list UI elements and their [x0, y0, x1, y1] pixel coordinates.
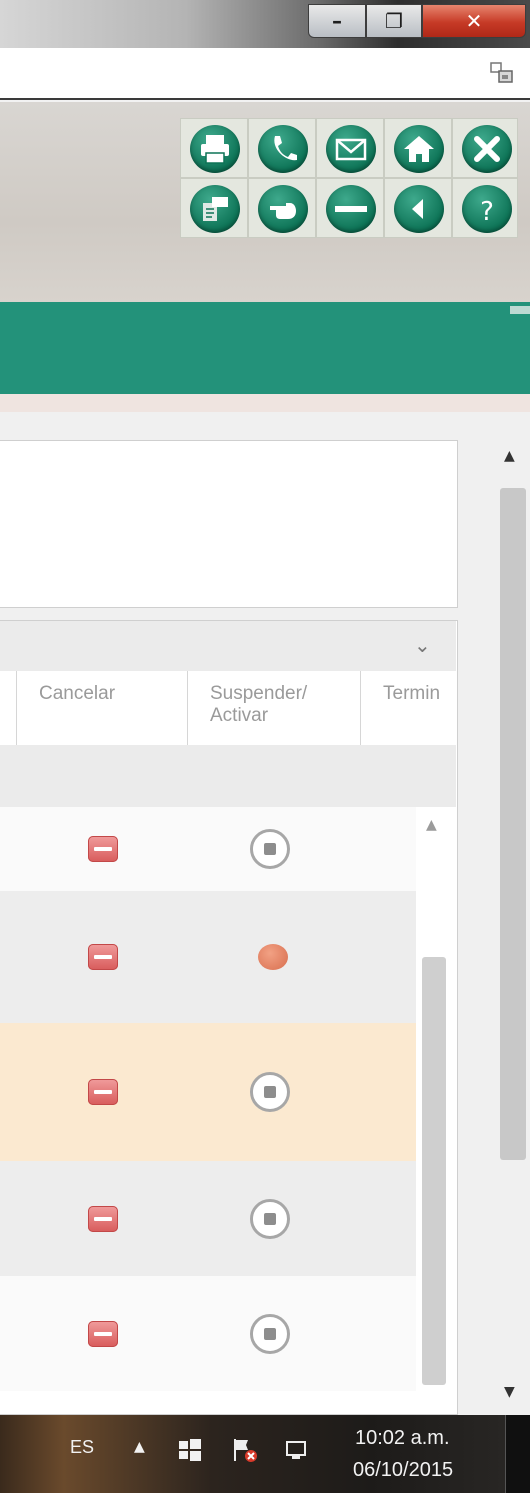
- close-x-icon: [474, 136, 500, 162]
- close-window-button[interactable]: ✕: [422, 4, 526, 38]
- exchange-icon: [203, 197, 228, 221]
- compatibility-view-icon[interactable]: [490, 62, 514, 84]
- restore-icon: ❐: [385, 9, 403, 33]
- network-icon[interactable]: [284, 1439, 310, 1461]
- close-icon: ✕: [465, 9, 483, 33]
- show-desktop-button[interactable]: [505, 1415, 530, 1493]
- scroll-up-icon[interactable]: ▲: [426, 817, 437, 833]
- show-hidden-icons-icon[interactable]: ▲: [134, 1439, 145, 1455]
- filter-panel: [0, 440, 458, 608]
- table-row[interactable]: [0, 807, 416, 891]
- home-icon: [404, 136, 434, 162]
- mail-icon: [335, 138, 367, 161]
- status-inactive-icon[interactable]: [250, 1198, 290, 1239]
- windows-taskbar: ES ▲ 10:02 a.m. 06/10/2015: [0, 1415, 530, 1493]
- window-title-bar: – ❐ ✕: [0, 0, 530, 48]
- help-button[interactable]: ?: [452, 178, 518, 238]
- status-inactive-icon[interactable]: [250, 829, 290, 869]
- status-inactive-icon[interactable]: [250, 1313, 290, 1354]
- exit-button[interactable]: [452, 118, 518, 178]
- table-row[interactable]: [0, 1161, 416, 1276]
- minus-button[interactable]: [316, 178, 384, 238]
- print-button[interactable]: [180, 118, 248, 178]
- clock-time[interactable]: 10:02 a.m.: [355, 1427, 450, 1450]
- services-grid: ⌄ Cancelar Suspender/ Activar Termin ▲: [0, 620, 458, 1415]
- nav-band: [0, 302, 530, 394]
- windows-flag-icon[interactable]: [178, 1439, 202, 1461]
- minus-icon: [335, 206, 367, 212]
- grid-header-row: Cancelar Suspender/ Activar Termin: [0, 671, 456, 745]
- grid-scroll-thumb[interactable]: [422, 957, 446, 1385]
- action-center-icon[interactable]: [232, 1437, 258, 1463]
- phone-icon: [274, 136, 297, 161]
- status-active-icon[interactable]: [258, 944, 288, 970]
- divider-strip: [0, 394, 530, 412]
- page-scrollbar[interactable]: ▲ ▼: [492, 440, 530, 1415]
- home-button[interactable]: [384, 118, 452, 178]
- cancel-icon[interactable]: [88, 944, 118, 970]
- exchange-button[interactable]: [180, 178, 248, 238]
- cancel-icon[interactable]: [88, 1079, 118, 1105]
- language-indicator[interactable]: ES: [70, 1437, 94, 1458]
- column-header-terminar[interactable]: Termin: [360, 671, 456, 745]
- pointer-button[interactable]: [248, 178, 316, 238]
- column-header-cancelar[interactable]: Cancelar: [16, 671, 187, 745]
- svg-text:?: ?: [480, 197, 494, 227]
- grid-group-bar: ⌄: [0, 621, 456, 671]
- table-row[interactable]: [0, 891, 416, 1023]
- grid-scrollbar[interactable]: ▲: [418, 807, 450, 1401]
- clock-date[interactable]: 06/10/2015: [353, 1459, 453, 1482]
- minimize-icon: –: [332, 9, 342, 33]
- cancel-icon[interactable]: [88, 1320, 118, 1347]
- back-button[interactable]: [384, 178, 452, 238]
- chevron-down-icon[interactable]: ⌄: [414, 633, 431, 657]
- page-scroll-up-icon[interactable]: ▲: [504, 448, 515, 464]
- band-handle: [510, 306, 530, 314]
- cancel-icon[interactable]: [88, 1205, 118, 1232]
- status-inactive-icon[interactable]: [250, 1072, 290, 1112]
- browser-toolbar: [0, 48, 530, 100]
- grid-filter-row: [0, 745, 456, 807]
- column-header-suspender-activar[interactable]: Suspender/ Activar: [187, 671, 360, 745]
- table-row[interactable]: [0, 1276, 416, 1391]
- minimize-button[interactable]: –: [308, 4, 366, 38]
- back-arrow-icon: [412, 199, 423, 219]
- table-row[interactable]: [0, 1023, 416, 1161]
- mail-button[interactable]: [316, 118, 384, 178]
- restore-button[interactable]: ❐: [366, 4, 422, 38]
- cancel-icon[interactable]: [88, 836, 118, 862]
- print-icon: [201, 135, 229, 164]
- pointing-hand-icon: [270, 203, 296, 219]
- help-icon: ?: [480, 197, 494, 227]
- page-scroll-thumb[interactable]: [500, 488, 526, 1160]
- page-scroll-down-icon[interactable]: ▼: [504, 1384, 515, 1400]
- phone-button[interactable]: [248, 118, 316, 178]
